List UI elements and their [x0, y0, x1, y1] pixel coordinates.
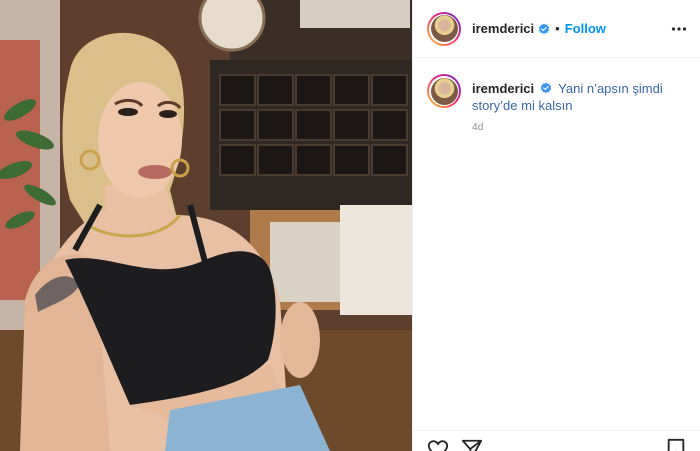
paper-plane-icon[interactable] — [461, 438, 483, 451]
caption-username[interactable]: iremderici — [472, 81, 534, 96]
caption-verified-badge-icon — [540, 82, 552, 94]
header-avatar[interactable] — [427, 11, 461, 46]
verified-badge-icon — [538, 23, 550, 34]
bookmark-icon[interactable] — [665, 438, 687, 451]
more-options-icon[interactable] — [671, 21, 687, 37]
post-photo-illustration — [0, 0, 412, 451]
follow-button[interactable]: Follow — [565, 21, 606, 36]
header-avatar-border — [429, 13, 459, 44]
caption-avatar-image — [430, 77, 458, 105]
post-photo[interactable] — [0, 0, 412, 451]
heart-icon[interactable] — [427, 438, 449, 451]
header-avatar-image — [430, 15, 458, 42]
post-side-panel: iremderici • Follow iremderici Yani n’ap… — [412, 0, 700, 451]
caption-body: iremderici Yani n’apsın şimdi story’de m… — [472, 80, 682, 114]
post-actions-bar — [413, 430, 700, 451]
caption-avatar-border — [429, 76, 459, 106]
header-separator: • — [555, 21, 560, 36]
header-username[interactable]: iremderici — [472, 21, 534, 36]
post-timestamp[interactable]: 4d — [472, 122, 484, 133]
caption-avatar[interactable] — [427, 74, 461, 108]
post-caption: iremderici Yani n’apsın şimdi story’de m… — [427, 74, 689, 114]
post-header: iremderici • Follow — [413, 0, 700, 58]
